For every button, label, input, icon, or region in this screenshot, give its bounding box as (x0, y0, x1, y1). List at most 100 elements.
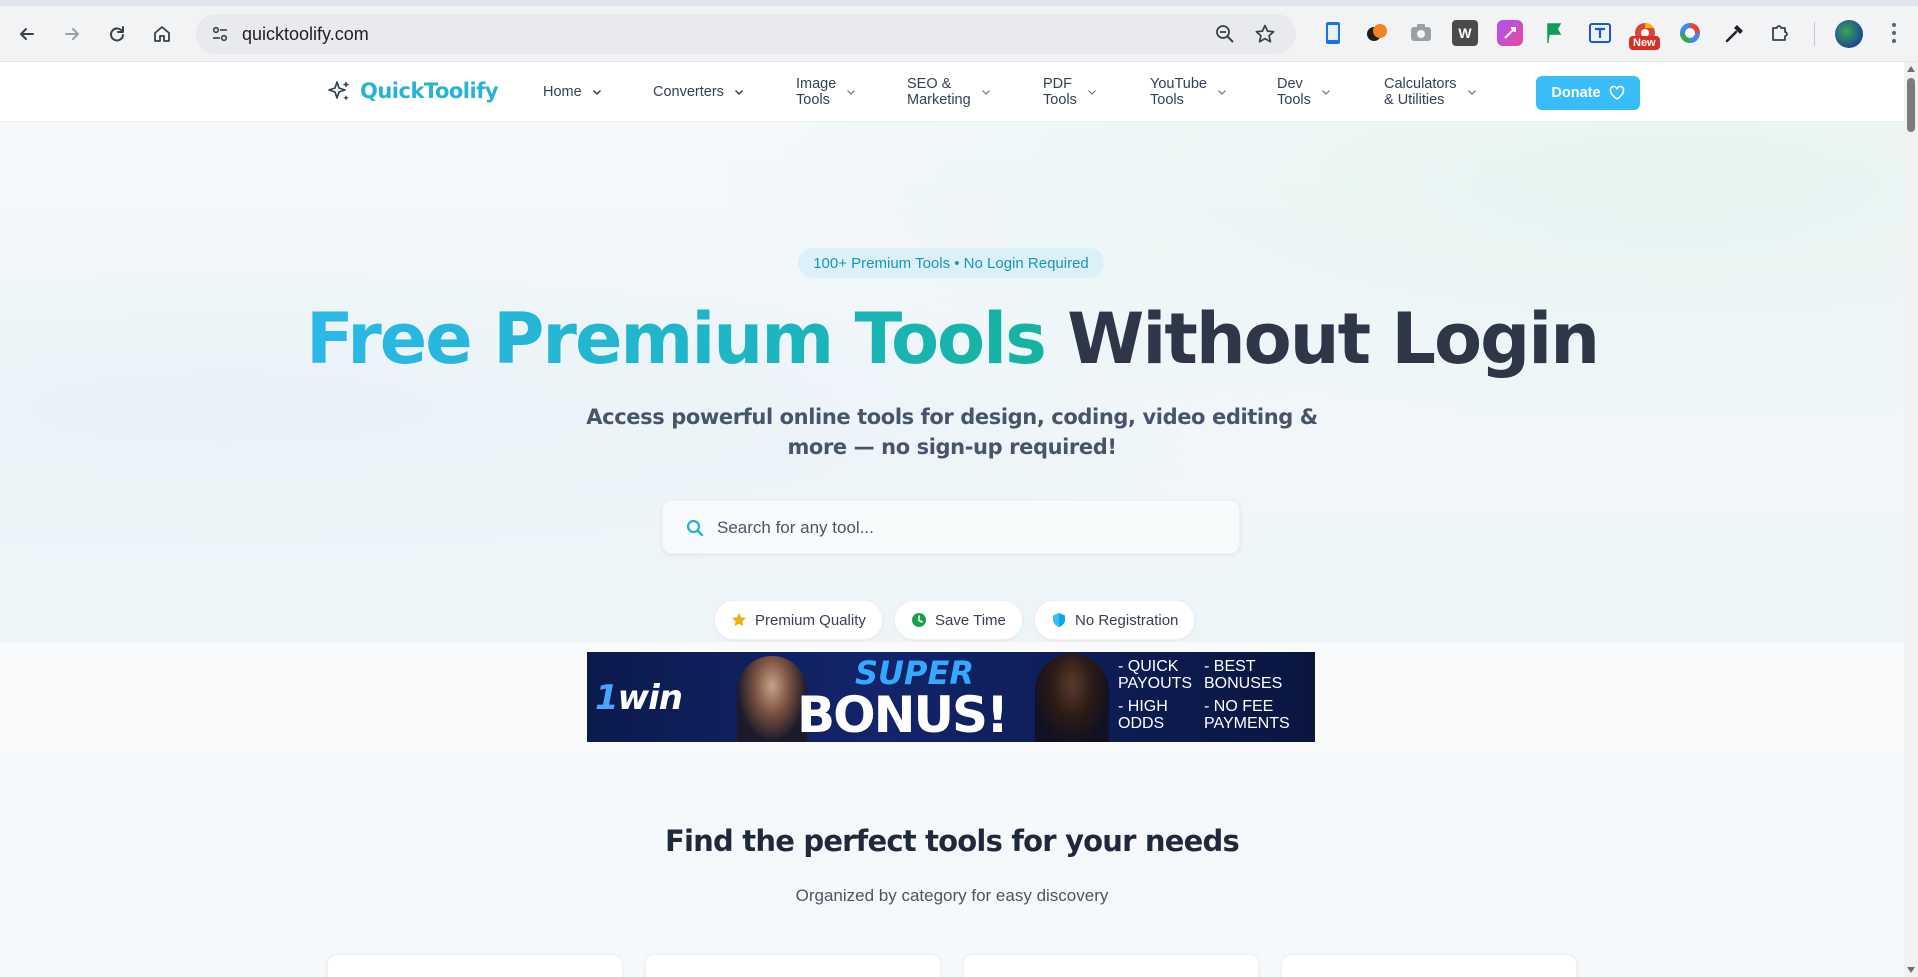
address-bar[interactable]: quicktoolify.com (196, 14, 1296, 54)
nav-converters[interactable]: Converters (653, 74, 744, 110)
donate-button[interactable]: Donate (1536, 76, 1640, 110)
green-flag-icon[interactable] (1542, 20, 1568, 46)
scroll-down-arrow[interactable] (1907, 967, 1915, 973)
eyedropper-icon[interactable] (1722, 20, 1748, 46)
zoom-out-icon (1216, 25, 1234, 43)
page-viewport: QuickToolify Home Converters Image Tools… (0, 62, 1904, 977)
chevron-down-icon (1218, 90, 1226, 95)
bookmark-button[interactable] (1254, 23, 1276, 50)
categories-title: Find the perfect tools for your needs (665, 824, 1240, 858)
chevron-down-icon (981, 90, 990, 95)
nav-label: Image Tools (796, 76, 837, 108)
puzzle-icon[interactable] (1767, 20, 1793, 46)
category-card[interactable] (963, 954, 1259, 977)
feature-no-registration: No Registration (1034, 600, 1196, 640)
ad-bullet: - NO FEE PAYMENTS (1204, 698, 1290, 732)
search-input[interactable] (717, 511, 1217, 545)
feature-premium-quality: Premium Quality (714, 600, 883, 640)
browser-toolbar: quicktoolify.com W New (0, 0, 1918, 62)
donate-label: Donate (1551, 85, 1601, 101)
scroll-up-arrow[interactable] (1907, 66, 1915, 72)
site-header: QuickToolify Home Converters Image Tools… (0, 62, 1904, 122)
categories-subtitle: Organized by category for easy discovery (795, 886, 1109, 905)
ad-brand: 1win (595, 678, 683, 718)
word-icon[interactable]: W (1452, 20, 1478, 46)
color-wheel-icon[interactable] (1677, 20, 1703, 46)
heart-icon (1609, 85, 1624, 100)
home-button[interactable] (144, 16, 180, 52)
category-card[interactable] (327, 954, 623, 977)
nav-youtube-tools[interactable]: YouTube Tools (1150, 74, 1227, 110)
feature-label: Save Time (935, 611, 1006, 629)
feature-label: Premium Quality (755, 611, 866, 629)
ad-bullet: - QUICK PAYOUTS (1118, 658, 1193, 692)
chevron-down-icon (734, 89, 743, 96)
profile-avatar[interactable] (1835, 20, 1863, 48)
translate-icon[interactable] (1587, 20, 1613, 46)
clock-icon (912, 613, 926, 627)
back-button[interactable] (9, 16, 45, 52)
feature-save-time: Save Time (894, 600, 1023, 640)
reload-button[interactable] (99, 16, 135, 52)
sparkles-icon (328, 81, 350, 101)
chevron-down-icon (847, 90, 856, 95)
nav-label: Home (543, 84, 582, 100)
feature-label: No Registration (1075, 611, 1179, 629)
hero-title-rest: Without Login (1067, 298, 1600, 380)
hero-badge: 100+ Premium Tools • No Login Required (798, 248, 1104, 278)
category-card[interactable] (645, 954, 941, 977)
ad-bullet: - HIGH ODDS (1118, 698, 1168, 732)
forward-button[interactable] (54, 16, 90, 52)
camera-icon[interactable] (1408, 20, 1434, 46)
nav-label: Dev Tools (1277, 76, 1311, 108)
hero-subtitle: Access powerful online tools for design,… (586, 405, 1318, 459)
chevron-down-icon (592, 89, 601, 96)
search-icon (686, 519, 704, 537)
reload-icon (110, 26, 124, 42)
star-icon (732, 613, 746, 626)
hero-section: 100+ Premium Tools • No Login Required F… (0, 122, 1904, 642)
arrow-left-icon (20, 28, 34, 40)
tune-icon (212, 26, 228, 42)
tool-search-box[interactable] (662, 500, 1240, 554)
nav-pdf-tools[interactable]: PDF Tools (1043, 74, 1097, 110)
chevron-down-icon (1321, 90, 1330, 95)
new-badge: New (1629, 36, 1660, 50)
purple-ext-icon[interactable] (1497, 20, 1523, 46)
home-icon (154, 26, 170, 42)
toolbar-separator (1814, 22, 1815, 46)
nav-label: PDF Tools (1043, 76, 1077, 108)
nav-calculators-utilities[interactable]: Calculators & Utilities (1384, 74, 1477, 110)
zoom-button[interactable] (1214, 23, 1236, 50)
url-text[interactable]: quicktoolify.com (242, 24, 369, 45)
category-card[interactable] (1281, 954, 1577, 977)
page-scrollbar[interactable] (1904, 62, 1918, 977)
hero-title-highlight: Free Premium Tools (305, 298, 1047, 380)
arrow-right-icon (65, 28, 79, 40)
ad-banner[interactable]: 1win SUPER BONUS! - QUICK PAYOUTS - HIGH… (587, 652, 1315, 742)
tab-strip (0, 0, 1918, 6)
nav-label: Calculators & Utilities (1384, 76, 1457, 108)
site-info-button[interactable] (206, 20, 234, 48)
ad-bonus: BONUS! (797, 686, 1009, 742)
chevron-down-icon (1467, 90, 1476, 95)
logo-text: QuickToolify (360, 79, 499, 103)
nav-dev-tools[interactable]: Dev Tools (1277, 74, 1331, 110)
nav-seo-marketing[interactable]: SEO & Marketing (907, 74, 991, 110)
shield-icon (1053, 613, 1065, 627)
ad-person-image (1035, 654, 1109, 742)
phone-link-icon[interactable] (1320, 20, 1346, 46)
nav-label: YouTube Tools (1150, 76, 1207, 108)
ad-container: 1win SUPER BONUS! - QUICK PAYOUTS - HIGH… (0, 642, 1904, 754)
hero-title: Free Premium Tools Without Login (0, 298, 1904, 380)
nav-label: Converters (653, 84, 724, 100)
star-outline-icon (1255, 24, 1275, 43)
nav-image-tools[interactable]: Image Tools (796, 74, 856, 110)
browser-menu-button[interactable] (1884, 18, 1904, 48)
orange-bird-icon[interactable] (1364, 20, 1390, 46)
site-logo[interactable]: QuickToolify (326, 78, 499, 104)
nav-label: SEO & Marketing (907, 76, 971, 108)
scrollbar-thumb[interactable] (1907, 78, 1915, 132)
nav-home[interactable]: Home (543, 74, 602, 110)
chevron-down-icon (1087, 90, 1096, 95)
